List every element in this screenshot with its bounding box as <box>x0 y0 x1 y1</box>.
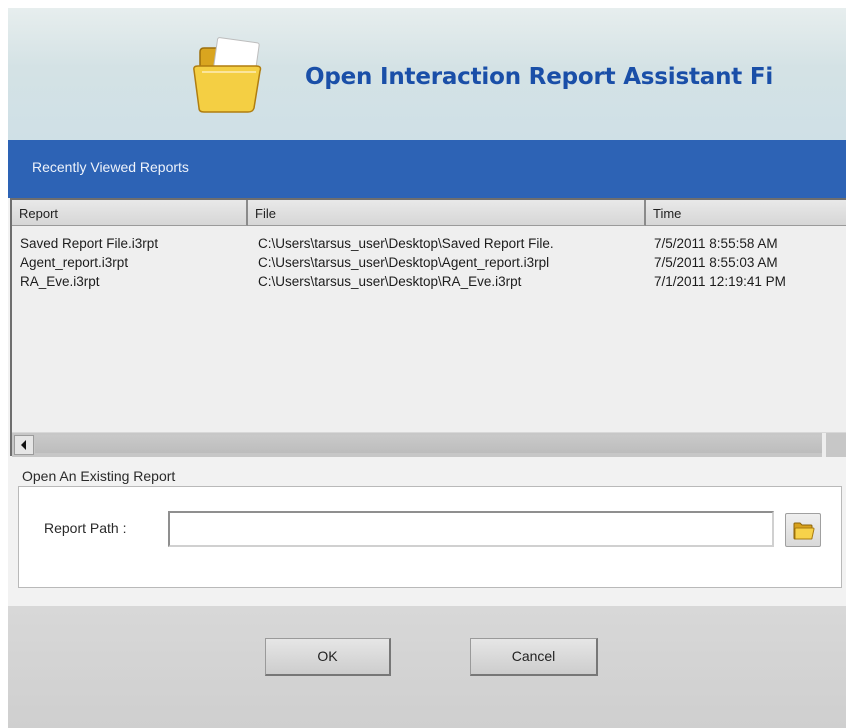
cell-file: C:\Users\tarsus_user\Desktop\RA_Eve.i3rp… <box>258 274 522 289</box>
ok-button[interactable]: OK <box>265 638 391 676</box>
cell-report: Saved Report File.i3rpt <box>20 236 159 251</box>
cell-report: RA_Eve.i3rpt <box>20 274 100 289</box>
browse-button[interactable] <box>785 513 821 547</box>
horizontal-scrollbar[interactable] <box>12 432 846 457</box>
open-existing-legend: Open An Existing Report <box>18 468 180 484</box>
cell-time: 7/5/2011 8:55:58 AM <box>654 236 778 251</box>
cell-file: C:\Users\tarsus_user\Desktop\Saved Repor… <box>258 236 554 251</box>
folder-icon <box>793 522 815 540</box>
report-path-label: Report Path : <box>44 520 127 536</box>
report-path-input[interactable] <box>168 511 774 547</box>
folder-icon <box>193 37 262 113</box>
cell-time: 7/5/2011 8:55:03 AM <box>654 255 778 270</box>
cancel-button[interactable]: Cancel <box>470 638 598 676</box>
cell-file: C:\Users\tarsus_user\Desktop\Agent_repor… <box>258 255 550 270</box>
scroll-track-end <box>822 433 826 457</box>
dialog-title: Open Interaction Report Assistant Fi <box>305 64 774 90</box>
scroll-left-arrow-icon[interactable] <box>14 435 34 455</box>
button-bar <box>8 606 846 728</box>
recent-reports-label: Recently Viewed Reports <box>32 159 189 175</box>
column-header-report[interactable]: Report <box>12 200 248 226</box>
open-report-dialog: Open Interaction Report Assistant Fi Rec… <box>8 8 846 728</box>
header-banner: Open Interaction Report Assistant Fi <box>8 8 846 140</box>
cell-report: Agent_report.i3rpt <box>20 255 129 270</box>
list-header: Report File Time <box>12 200 846 226</box>
cell-time: 7/1/2011 12:19:41 PM <box>654 274 786 289</box>
column-header-time[interactable]: Time <box>646 200 846 226</box>
section-header-recent: Recently Viewed Reports <box>8 140 846 198</box>
column-header-file[interactable]: File <box>248 200 646 226</box>
recent-reports-list[interactable]: Report File Time Saved Report File.i3rpt… <box>10 198 846 457</box>
scroll-thumb[interactable] <box>35 435 823 453</box>
